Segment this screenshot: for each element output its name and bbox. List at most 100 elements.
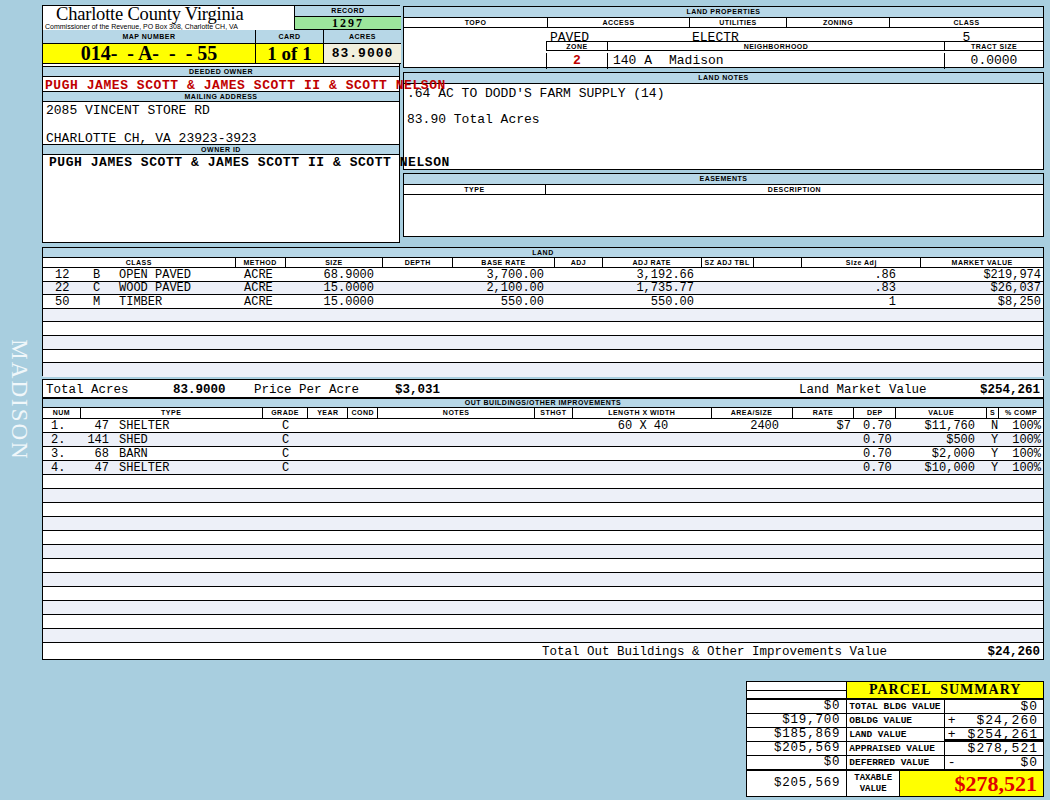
land-table: LAND CLASS METHOD SIZE DEPTH BASE RATE A… (42, 247, 1044, 376)
ob-col-dep: DEP (854, 408, 896, 418)
price-per-acre-value: $3,031 (395, 383, 440, 397)
land-col-size-adj: Size Adj (802, 258, 921, 267)
total-bldg-value: $0 (1020, 700, 1038, 713)
owner-id-value: PUGH JAMES SCOTT & JAMES SCOTT II & SCOT… (49, 155, 489, 170)
parcel-summary-row: $205,569 APPRAISED VALUE $278,521 (747, 742, 1043, 756)
taxable-value-label: TAXABLE VALUE (847, 771, 900, 796)
land-col-class: CLASS (43, 258, 236, 267)
land-empty-row (43, 363, 1043, 377)
access-label: ACCESS (548, 18, 690, 27)
out-building-empty-row (43, 517, 1043, 531)
obldg-value: $24,260 (976, 714, 1038, 727)
out-building-empty-row (43, 545, 1043, 559)
property-record-card: MADISON Charlotte County Virginia Commis… (0, 0, 1050, 800)
utilities-label: UTILITIES (690, 18, 787, 27)
record-box: RECORD 1297 (294, 6, 401, 30)
taxable-value: $278,521 (900, 771, 1043, 796)
land-col-blank (754, 258, 803, 267)
easement-description-label: DESCRIPTION (546, 185, 1043, 194)
ob-col-num: NUM (43, 408, 81, 418)
taxable-value-row: $205,569 TAXABLE VALUE $278,521 (747, 770, 1043, 796)
land-col-depth: DEPTH (383, 258, 453, 267)
land-value-label: LAND VALUE (847, 728, 944, 741)
deferred-value-label: DEFERRED VALUE (847, 756, 944, 769)
parcel-summary-row: $19,700 OBLDG VALUE +$24,260 (747, 714, 1043, 728)
land-row: 22CWOOD PAVED ACRE 15.0000 2,100.00 1,73… (43, 282, 1043, 296)
acres-value: 83.9000 (324, 44, 401, 63)
ob-col-notes: NOTES (378, 408, 535, 418)
out-buildings-total-row: Total Out Buildings & Other Improvements… (43, 643, 1043, 660)
parcel-summary-prior-blank (747, 682, 847, 698)
county-title: Charlotte County Virginia (56, 4, 243, 25)
deferred-value: $0 (1020, 756, 1038, 769)
owner-id-section-header: OWNER ID (43, 144, 399, 155)
map-number-label: MAP NUMBER (43, 30, 256, 43)
appraised-value: $278,521 (968, 742, 1038, 755)
land-properties-header-row: TOPO ACCESS UTILITIES ZONING CLASS (404, 18, 1043, 28)
commissioner-line: Commissioner of the Revenue, PO Box 308,… (45, 23, 238, 30)
ob-col-type: TYPE (81, 408, 263, 418)
land-value: $254,261 (968, 728, 1038, 741)
out-building-empty-row (43, 559, 1043, 573)
out-building-row: 3. 68 BARN C 0.70 $2,000 Y 100% (43, 447, 1043, 461)
land-notes-panel: LAND NOTES .64 AC TO DODD'S FARM SUPPLY … (403, 72, 1044, 170)
ob-col-value: VALUE (896, 408, 987, 418)
out-building-empty-row (43, 503, 1043, 517)
topo-label: TOPO (404, 18, 548, 27)
price-per-acre-label: Price Per Acre (254, 383, 359, 397)
obldg-value-label: OBLDG VALUE (847, 714, 944, 727)
land-col-size: SIZE (286, 258, 384, 267)
ob-col-year: YEAR (308, 408, 348, 418)
out-building-empty-row (43, 573, 1043, 587)
ob-col-comp: % COMP (999, 408, 1043, 418)
land-section-header: LAND (43, 248, 1043, 258)
map-number-value: 014- - A- - - 55 (43, 44, 256, 63)
ob-col-length-width: LENGTH X WIDTH (573, 408, 712, 418)
owner-panel: Charlotte County Virginia Commissioner o… (42, 5, 400, 243)
land-col-adj-rate: ADJ RATE (603, 258, 702, 267)
prior-deferred-value: $0 (747, 756, 847, 769)
land-properties-panel: LAND PROPERTIES TOPO ACCESS UTILITIES ZO… (403, 6, 1044, 68)
neighborhood-label: NEIGHBORHOOD (608, 41, 944, 51)
out-building-empty-row (43, 475, 1043, 489)
out-building-empty-row (43, 615, 1043, 629)
district-sidebar-label: MADISON (6, 339, 32, 460)
out-buildings-header-row: NUM TYPE GRADE YEAR COND NOTES STHGT LEN… (43, 408, 1043, 419)
easements-header-row: TYPE DESCRIPTION (404, 185, 1043, 195)
prior-taxable-value: $205,569 (747, 771, 847, 796)
land-empty-row (43, 336, 1043, 350)
card-value: 1 of 1 (256, 44, 324, 63)
card-label: CARD (256, 30, 324, 43)
appraised-value-label: APPRAISED VALUE (847, 742, 944, 755)
easements-panel: EASEMENTS TYPE DESCRIPTION (403, 173, 1044, 237)
out-buildings-table: OUT BUILDINGS/OTHER IMPROVEMENTS NUM TYP… (42, 398, 1044, 660)
land-col-method: METHOD (236, 258, 286, 267)
mailing-address-line1: 2085 VINCENT STORE RD (46, 103, 210, 118)
easement-type-label: TYPE (404, 185, 546, 194)
land-header-row: CLASS METHOD SIZE DEPTH BASE RATE ADJ AD… (43, 258, 1043, 268)
tract-size-value: 0.0000 (944, 53, 1043, 69)
parcel-summary-row: $0 DEFERRED VALUE - $0 (747, 756, 1043, 770)
deeded-owner-value: PUGH JAMES SCOTT & JAMES SCOTT II & SCOT… (45, 78, 485, 93)
ob-col-s: S (987, 408, 999, 418)
ob-col-grade: GRADE (263, 408, 309, 418)
land-col-base-rate: BASE RATE (453, 258, 555, 267)
land-empty-row (43, 350, 1043, 364)
land-empty-row (43, 309, 1043, 323)
land-row: 50MTIMBER ACRE 15.0000 550.00 550.00 1 $… (43, 295, 1043, 309)
out-building-empty-row (43, 531, 1043, 545)
land-col-sz-adj-tbl: SZ ADJ TBL (702, 258, 754, 267)
neighborhood-name: Madison (669, 53, 724, 68)
out-building-row: 2. 141 SHED C 0.70 $500 Y 100% (43, 433, 1043, 447)
out-buildings-section-header: OUT BUILDINGS/OTHER IMPROVEMENTS (43, 399, 1043, 408)
out-building-row: 1. 47 SHELTER C 60 X 40 2400 $7 0.70 $11… (43, 419, 1043, 433)
total-bldg-value-label: TOTAL BLDG VALUE (847, 700, 944, 713)
parcel-summary-title: PARCEL SUMMARY (847, 682, 1043, 698)
sign: - (948, 756, 956, 769)
prior-appraised-value: $205,569 (747, 742, 847, 755)
map-card-acres-value-row: 014- - A- - - 55 1 of 1 83.9000 (43, 44, 401, 64)
sign: + (948, 728, 956, 741)
out-buildings-total-value: $24,260 (987, 644, 1040, 660)
total-acres-value: 83.9000 (173, 383, 226, 397)
land-market-value: $254,261 (980, 383, 1040, 397)
